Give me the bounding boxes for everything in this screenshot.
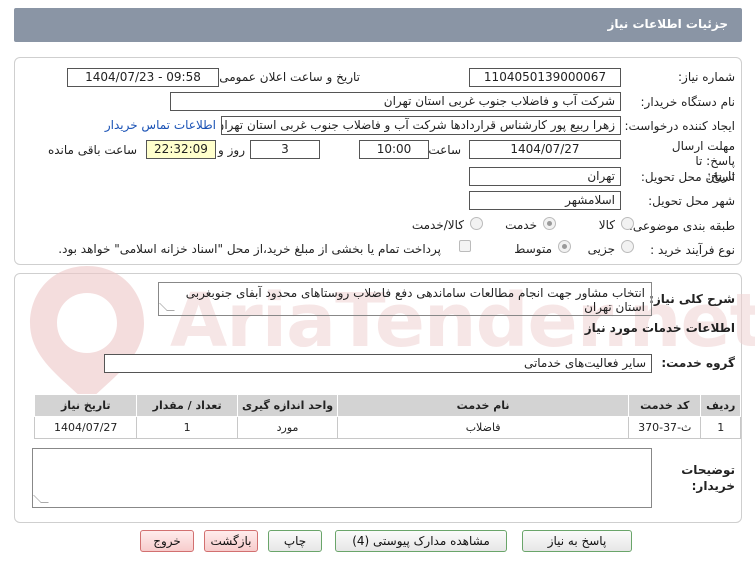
process-medium-label: متوسط <box>514 242 552 256</box>
days-label: روز و <box>218 143 245 157</box>
services-table-header: ردیف کد خدمت نام خدمت واحد اندازه گیری ت… <box>33 394 741 417</box>
need-number-label: شماره نیاز: <box>678 70 735 84</box>
category-goods-label: کالا <box>598 218 615 232</box>
page-title: جزئیات اطلاعات نیاز <box>607 17 728 31</box>
services-section-title: اطلاعات خدمات مورد نیاز <box>584 321 735 335</box>
remaining-days-field: 3 <box>250 140 320 159</box>
print-button[interactable]: چاپ <box>268 530 322 552</box>
city-label: شهر محل تحویل: <box>648 194 735 208</box>
service-group-field: سایر فعالیت‌های خدماتی <box>104 354 652 373</box>
deadline-time-label: ساعت <box>428 143 461 157</box>
buyer-org-label: نام دستگاه خریدار: <box>640 95 736 109</box>
remaining-time-label: ساعت باقی مانده <box>47 143 137 157</box>
buyer-org-field: شرکت آب و فاضلاب جنوب غربی استان تهران <box>170 92 621 111</box>
col-row: ردیف <box>700 394 741 417</box>
buyer-notes-textarea[interactable] <box>32 448 652 508</box>
category-service-label: خدمت <box>505 218 537 232</box>
col-quantity: تعداد / مقدار <box>136 394 238 417</box>
description-text: انتخاب مشاور جهت انجام مطالعات ساماندهی … <box>185 286 645 314</box>
cell-quantity: 1 <box>136 416 238 439</box>
deadline-date-field: 1404/07/27 <box>469 140 621 159</box>
buyer-notes-label: توضیحات خریدار: <box>681 463 735 493</box>
resize-grip-icon[interactable] <box>33 495 49 503</box>
category-service-radio[interactable] <box>543 217 556 230</box>
treasury-note: پرداخت تمام یا بخشی از مبلغ خرید،از محل … <box>58 242 441 256</box>
description-textarea[interactable]: انتخاب مشاور جهت انجام مطالعات ساماندهی … <box>158 282 652 316</box>
need-info-panel <box>14 57 742 265</box>
cell-service-code: ث-37-370 <box>628 416 702 439</box>
col-need-date: تاریخ نیاز <box>33 394 138 417</box>
need-number-field: 1104050139000067 <box>469 68 621 87</box>
buyer-contact-link[interactable]: اطلاعات تماس خریدار <box>105 118 216 132</box>
page-header: جزئیات اطلاعات نیاز <box>14 8 742 42</box>
services-table: ردیف کد خدمت نام خدمت واحد اندازه گیری ت… <box>33 394 741 439</box>
remaining-time-field: 22:32:09 <box>146 140 216 159</box>
cell-unit: مورد <box>236 416 339 439</box>
process-minor-radio[interactable] <box>621 240 634 253</box>
exit-button[interactable]: خروج <box>140 530 194 552</box>
announce-datetime-label: تاریخ و ساعت اعلان عمومی: <box>215 70 360 84</box>
treasury-checkbox[interactable] <box>459 240 471 252</box>
description-label: شرح کلی نیاز: <box>649 292 735 306</box>
process-type-label: نوع فرآیند خرید : <box>650 243 735 257</box>
category-label: طبقه بندی موضوعی: <box>628 219 735 233</box>
reply-button[interactable]: پاسخ به نیاز <box>522 530 632 552</box>
view-attachments-button[interactable]: مشاهده مدارک پیوستی (4) <box>335 530 507 552</box>
announce-datetime-field: 1404/07/23 - 09:58 <box>67 68 219 87</box>
category-goods-service-radio[interactable] <box>470 217 483 230</box>
requester-field: زهرا ربیع پور کارشناس قراردادها شرکت آب … <box>221 116 621 135</box>
back-button[interactable]: بازگشت <box>204 530 258 552</box>
category-goods-service-label: کالا/خدمت <box>411 218 464 232</box>
cell-row: 1 <box>700 416 741 439</box>
table-row: 1 ث-37-370 فاضلاب مورد 1 1404/07/27 <box>33 416 741 439</box>
process-medium-radio[interactable] <box>558 240 571 253</box>
province-field: تهران <box>469 167 621 186</box>
category-goods-radio[interactable] <box>621 217 634 230</box>
process-minor-label: جزیی <box>587 242 615 256</box>
deadline-time-field: 10:00 <box>359 140 429 159</box>
province-label: استان محل تحویل: <box>640 170 735 184</box>
resize-grip-icon[interactable] <box>159 303 175 311</box>
col-unit: واحد اندازه گیری <box>236 394 339 417</box>
watermark-logo <box>30 266 144 403</box>
city-field: اسلامشهر <box>469 191 621 210</box>
requester-label: ایجاد کننده درخواست: <box>624 119 735 133</box>
col-service-name: نام خدمت <box>337 394 630 417</box>
cell-service-name: فاضلاب <box>337 416 630 439</box>
cell-need-date: 1404/07/27 <box>33 416 138 439</box>
service-group-label: گروه خدمت: <box>661 356 735 370</box>
col-service-code: کد خدمت <box>628 394 702 417</box>
